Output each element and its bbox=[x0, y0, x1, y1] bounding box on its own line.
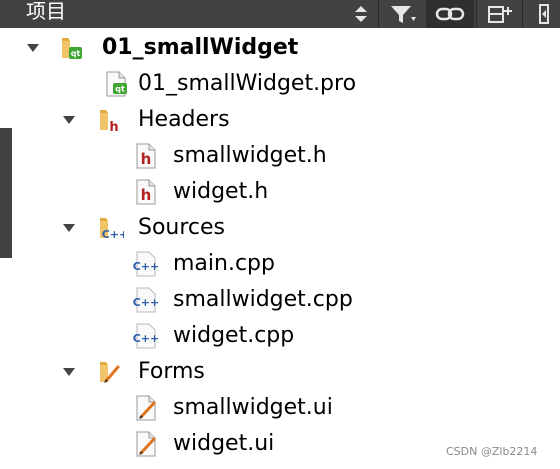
tree-item-label: smallwidget.ui bbox=[173, 395, 333, 420]
svg-text:C++: C++ bbox=[133, 332, 160, 345]
panel-title: 项目 bbox=[26, 0, 66, 23]
ui-form-file-icon bbox=[134, 395, 160, 421]
tree-item-ui-file[interactable]: smallwidget.ui bbox=[0, 390, 560, 426]
tree-item-header-file[interactable]: h smallwidget.h bbox=[0, 138, 560, 174]
sort-arrows-icon[interactable] bbox=[350, 0, 372, 28]
project-tree: qt 01_smallWidget qt 01_smallWidget.pro … bbox=[0, 28, 560, 469]
tree-item-label: widget.h bbox=[173, 179, 269, 204]
tree-item-cpp-file[interactable]: C++ main.cpp bbox=[0, 246, 560, 282]
filter-icon[interactable] bbox=[386, 0, 420, 28]
svg-text:qt: qt bbox=[115, 85, 125, 94]
tree-item-label: 01_smallWidget.pro bbox=[138, 71, 357, 96]
chevron-down-icon[interactable] bbox=[24, 39, 42, 57]
qt-pro-file-icon: qt bbox=[104, 71, 130, 97]
tree-item-label: widget.cpp bbox=[173, 323, 295, 348]
tree-item-label: main.cpp bbox=[173, 251, 275, 276]
cpp-file-icon: C++ bbox=[132, 287, 162, 313]
tree-item-cpp-file[interactable]: C++ smallwidget.cpp bbox=[0, 282, 560, 318]
ui-form-file-icon bbox=[134, 431, 160, 457]
tree-item-label: Sources bbox=[138, 215, 226, 240]
link-icon[interactable] bbox=[426, 0, 474, 28]
svg-text:C++: C++ bbox=[102, 228, 124, 241]
tree-item-forms[interactable]: Forms bbox=[0, 354, 560, 390]
tree-item-label: widget.ui bbox=[173, 431, 275, 456]
svg-text:C++: C++ bbox=[133, 260, 160, 273]
sources-folder-icon: C++ bbox=[96, 215, 128, 241]
close-panel-icon[interactable] bbox=[528, 0, 558, 28]
svg-text:qt: qt bbox=[71, 49, 81, 58]
cpp-file-icon: C++ bbox=[132, 251, 162, 277]
cpp-file-icon: C++ bbox=[132, 323, 162, 349]
svg-text:h: h bbox=[109, 120, 118, 133]
watermark: CSDN @Zlb2214 bbox=[446, 445, 538, 458]
tree-item-headers[interactable]: h Headers bbox=[0, 102, 560, 138]
chevron-down-icon[interactable] bbox=[60, 363, 78, 381]
tree-item-pro-file[interactable]: qt 01_smallWidget.pro bbox=[0, 66, 560, 102]
forms-folder-icon bbox=[96, 359, 122, 385]
tree-item-project[interactable]: qt 01_smallWidget bbox=[0, 30, 560, 66]
header-file-icon: h bbox=[134, 143, 160, 169]
svg-text:h: h bbox=[141, 186, 152, 204]
tree-item-sources[interactable]: C++ Sources bbox=[0, 210, 560, 246]
split-add-icon[interactable] bbox=[482, 0, 518, 28]
header-file-icon: h bbox=[134, 179, 160, 205]
chevron-down-icon[interactable] bbox=[60, 219, 78, 237]
headers-folder-icon: h bbox=[96, 107, 122, 135]
tree-item-label: smallwidget.h bbox=[173, 143, 327, 168]
tree-item-label: Forms bbox=[138, 359, 205, 384]
project-toolbar: 项目 bbox=[0, 0, 560, 28]
svg-text:h: h bbox=[141, 150, 152, 168]
tree-item-label: 01_smallWidget bbox=[102, 35, 299, 60]
tree-item-header-file[interactable]: h widget.h bbox=[0, 174, 560, 210]
chevron-down-icon[interactable] bbox=[60, 111, 78, 129]
qt-project-folder-icon: qt bbox=[58, 35, 84, 61]
tree-item-cpp-file[interactable]: C++ widget.cpp bbox=[0, 318, 560, 354]
tree-item-label: Headers bbox=[138, 107, 230, 132]
tree-item-label: smallwidget.cpp bbox=[173, 287, 353, 312]
svg-text:C++: C++ bbox=[133, 296, 160, 309]
